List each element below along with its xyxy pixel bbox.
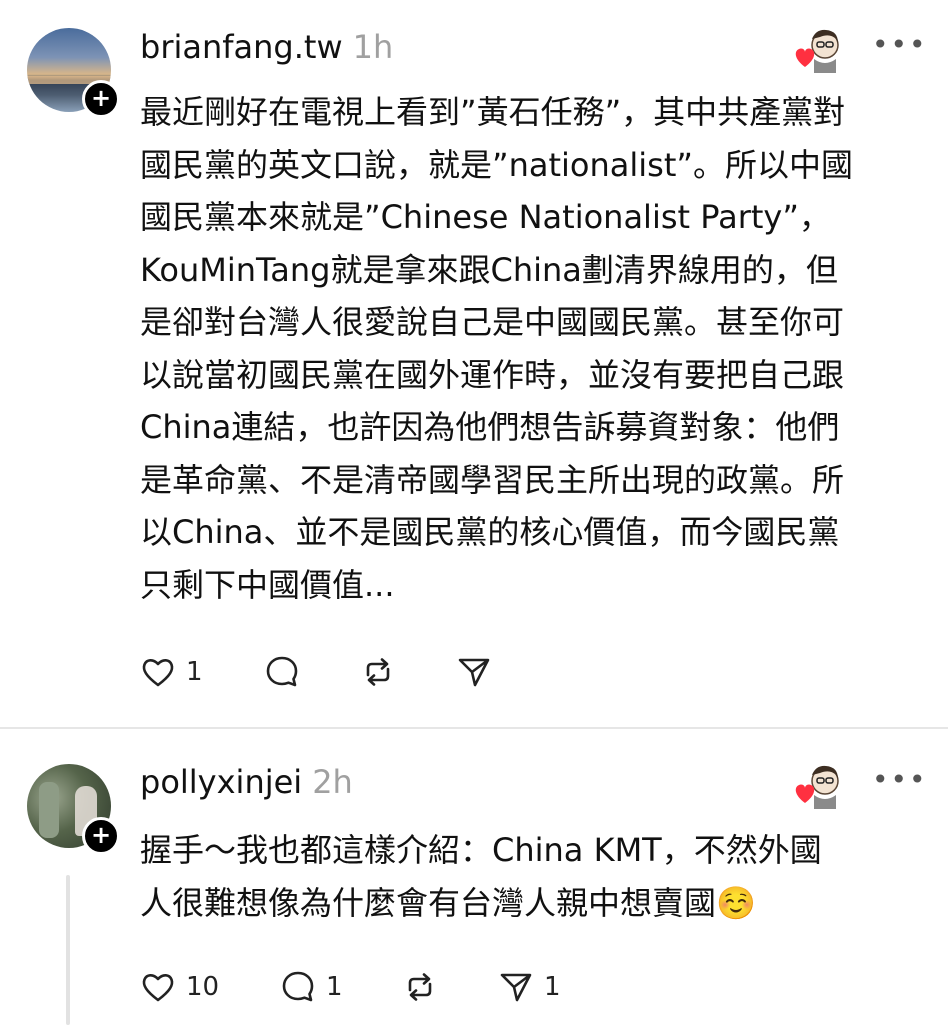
thread-connector-line [66, 875, 70, 1025]
post-time: 1h [352, 28, 394, 66]
post-header: pollyxinjei 2h [140, 763, 353, 801]
more-options-button[interactable]: ••• [872, 28, 928, 61]
avatar-statue [39, 782, 59, 838]
reply-button[interactable] [264, 652, 300, 692]
post-text-line: KouMinTang就是拿來跟China劃清界線用的，但 [140, 250, 838, 289]
username-link[interactable]: brianfang.tw [140, 28, 343, 66]
like-button[interactable]: 10 [140, 967, 219, 1007]
like-count: 1 [186, 657, 203, 687]
share-button[interactable]: 1 [498, 967, 561, 1007]
post-text-line: 國民黨的英文口說，就是”nationalist”。所以中國 [140, 145, 853, 184]
post-text-line: 國民黨本來就是”Chinese Nationalist Party”， [140, 198, 831, 236]
send-icon [458, 658, 490, 687]
author-liked-icon [795, 765, 839, 809]
post-text-line: 以說當初國民黨在國外運作時，並沒有要把自己跟 [140, 355, 845, 394]
heart-icon [142, 974, 174, 1002]
comment-icon [282, 971, 314, 1002]
share-count: 1 [544, 972, 561, 1002]
post-body: 握手～我也都這樣介紹：China KMT，不然外國 人很難想像為什麼會有台灣人親… [140, 824, 900, 929]
post-text-line: 是卻對台灣人很愛說自己是中國國民黨。甚至你可 [140, 303, 845, 341]
post-text-line: 只剩下中國價值... [140, 565, 395, 604]
username-link[interactable]: pollyxinjei [140, 763, 302, 801]
send-icon [500, 973, 532, 1002]
share-button[interactable] [456, 652, 492, 692]
like-button[interactable]: 1 [140, 652, 203, 692]
reply-button[interactable]: 1 [280, 967, 343, 1007]
post-text-line: China連結，也許因為他們想告訴募資對象：他們 [140, 408, 840, 446]
post-text-line: 人很難想像為什麼會有台灣人親中想賣國☺️ [140, 883, 756, 922]
thread-post: + pollyxinjei 2h ••• 握手～我也都這樣介紹：China KMT… [0, 729, 948, 1025]
follow-button[interactable]: + [82, 80, 120, 118]
reply-count: 1 [326, 972, 343, 1002]
post-text-line: 以China、並不是國民黨的核心價值，而今國民黨 [140, 513, 840, 551]
post-body: 最近剛好在電視上看到”黃石任務”，其中共產黨對 國民黨的英文口說，就是”nati… [140, 86, 930, 611]
comment-icon [266, 656, 298, 687]
post-time: 2h [312, 763, 353, 801]
repost-icon [408, 973, 432, 1001]
author-liked-icon [795, 29, 839, 73]
thread-post: + brianfang.tw 1h ••• 最近剛好在電視上看到”黃石任務”，其中… [0, 0, 948, 728]
post-header: brianfang.tw 1h [140, 28, 393, 66]
post-text-line: 握手～我也都這樣介紹：China KMT，不然外國 [140, 831, 822, 869]
post-text-line: 最近剛好在電視上看到”黃石任務”，其中共產黨對 [140, 93, 846, 131]
heart-icon [142, 659, 174, 687]
repost-icon [366, 658, 390, 686]
repost-button[interactable] [360, 652, 396, 692]
more-options-button[interactable]: ••• [872, 763, 928, 796]
post-text-line: 是革命黨、不是清帝國學習民主所出現的政黨。所 [140, 460, 845, 499]
like-count: 10 [186, 972, 220, 1002]
repost-button[interactable] [402, 967, 438, 1007]
follow-button[interactable]: + [82, 817, 120, 855]
